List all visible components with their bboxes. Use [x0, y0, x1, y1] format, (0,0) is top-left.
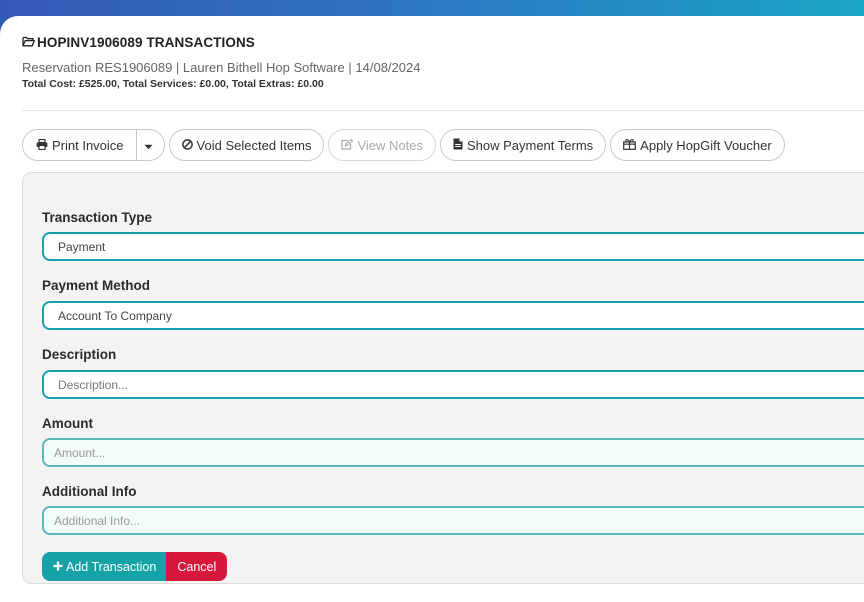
page-title-text: HOPINV1906089 TRANSACTIONS: [37, 35, 255, 50]
file-icon: [453, 138, 467, 153]
print-invoice-button[interactable]: Print Invoice: [22, 129, 137, 161]
amount-input[interactable]: Amount...: [42, 438, 864, 467]
void-selected-items-label: Void Selected Items: [196, 137, 312, 153]
show-payment-terms-label: Show Payment Terms: [466, 137, 594, 153]
caret-down-icon: [144, 138, 157, 153]
header-divider: [22, 110, 864, 111]
print-invoice-group: Print Invoice: [22, 129, 165, 161]
transaction-type-select[interactable]: Payment: [42, 232, 864, 261]
add-transaction-button[interactable]: Add Transaction: [42, 552, 167, 581]
payment-method-label: Payment Method: [42, 278, 151, 293]
folder-open-icon: [22, 35, 37, 50]
apply-hopgift-voucher-button[interactable]: Apply HopGift Voucher: [610, 129, 785, 161]
additional-info-input[interactable]: Additional Info...: [42, 506, 864, 535]
edit-icon: [341, 138, 357, 153]
show-payment-terms-button[interactable]: Show Payment Terms: [439, 129, 607, 161]
transactions-panel: HOPINV1906089 TRANSACTIONS Reservation R…: [0, 16, 864, 602]
void-selected-items-button[interactable]: Void Selected Items: [168, 129, 325, 161]
gift-icon: [623, 138, 640, 153]
ban-icon: [181, 138, 197, 153]
reservation-info: Reservation RES1906089 | Lauren Bithell …: [22, 60, 421, 75]
form-actions: Add Transaction Cancel: [42, 552, 228, 581]
transaction-type-label: Transaction Type: [42, 210, 153, 225]
plus-icon: [53, 560, 66, 574]
totals-summary: Total Cost: £525.00, Total Services: £0.…: [22, 78, 324, 90]
view-notes-button[interactable]: View Notes: [328, 129, 436, 161]
payment-method-select[interactable]: Account To Company: [42, 301, 864, 330]
toolbar: Print Invoice Void Selected Items View N…: [22, 129, 785, 161]
description-field[interactable]: Description...: [42, 370, 864, 399]
print-invoice-label: Print Invoice: [52, 137, 124, 153]
description-label: Description: [42, 347, 117, 362]
amount-label: Amount: [42, 416, 93, 431]
printer-icon: [36, 138, 52, 153]
view-notes-label: View Notes: [357, 137, 423, 153]
page-title: HOPINV1906089 TRANSACTIONS: [22, 35, 255, 50]
print-options-dropdown[interactable]: [136, 129, 165, 161]
apply-hopgift-voucher-label: Apply HopGift Voucher: [640, 137, 772, 153]
add-transaction-form: Transaction Type Payment Payment Method …: [22, 172, 864, 584]
additional-info-label: Additional Info: [42, 484, 137, 499]
cancel-button[interactable]: Cancel: [166, 552, 228, 581]
add-transaction-label: Add Transaction: [66, 559, 157, 574]
